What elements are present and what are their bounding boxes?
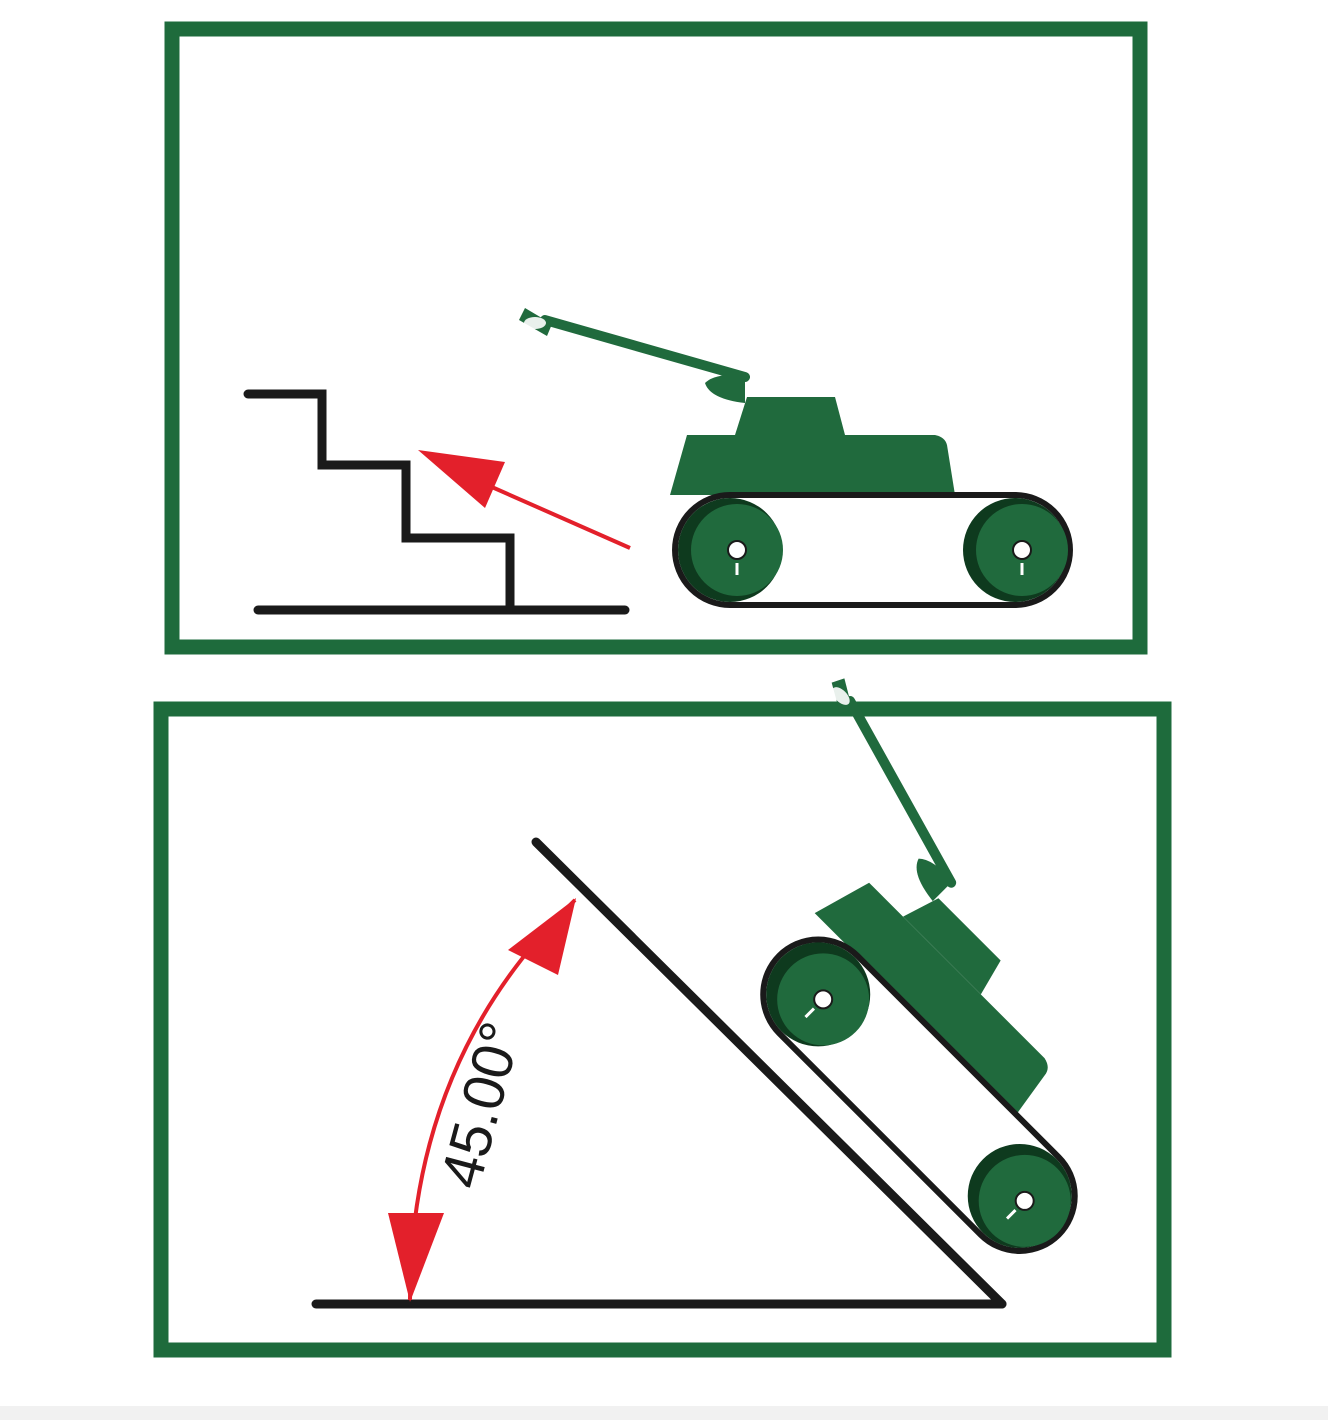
slope-panel: 45.00° — [153, 674, 1230, 1358]
stairs-panel — [164, 21, 1148, 655]
diagram-canvas: 45.00° — [153, 21, 1328, 1358]
bottom-strip — [0, 1406, 1328, 1420]
